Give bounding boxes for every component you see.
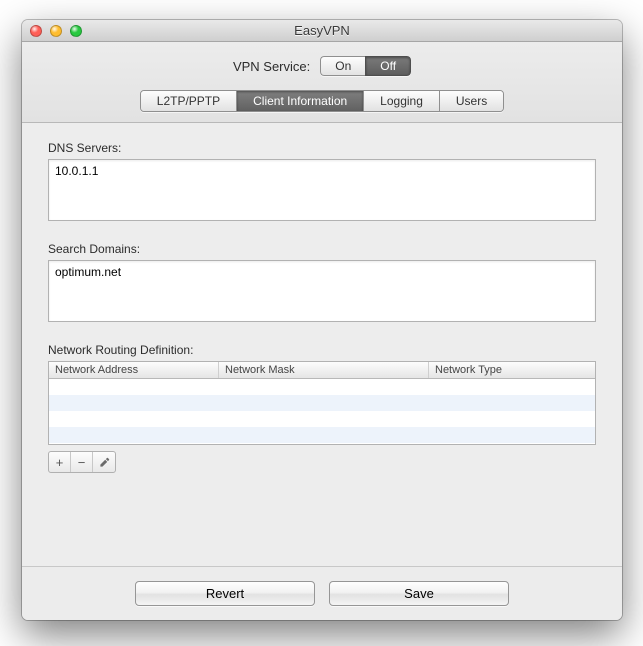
vpn-off-button[interactable]: Off bbox=[365, 56, 411, 76]
table-row[interactable] bbox=[49, 411, 595, 427]
titlebar: EasyVPN bbox=[22, 20, 622, 42]
save-button[interactable]: Save bbox=[329, 581, 509, 606]
table-body bbox=[49, 379, 595, 443]
tab-client-information[interactable]: Client Information bbox=[237, 91, 364, 111]
plus-icon: + bbox=[56, 455, 64, 470]
tab-users[interactable]: Users bbox=[440, 91, 503, 111]
vpn-on-button[interactable]: On bbox=[320, 56, 365, 76]
tab-logging[interactable]: Logging bbox=[364, 91, 440, 111]
edit-button[interactable] bbox=[93, 452, 115, 472]
footer: Revert Save bbox=[22, 566, 622, 620]
table-header: Network Address Network Mask Network Typ… bbox=[49, 362, 595, 379]
remove-button[interactable]: − bbox=[71, 452, 93, 472]
revert-button[interactable]: Revert bbox=[135, 581, 315, 606]
column-network-type[interactable]: Network Type bbox=[429, 362, 595, 378]
network-routing-label: Network Routing Definition: bbox=[48, 343, 596, 357]
main-tabs: L2TP/PPTP Client Information Logging Use… bbox=[140, 90, 504, 112]
table-row[interactable] bbox=[49, 395, 595, 411]
content-area: DNS Servers: Search Domains: Network Rou… bbox=[22, 123, 622, 566]
column-network-address[interactable]: Network Address bbox=[49, 362, 219, 378]
add-button[interactable]: + bbox=[49, 452, 71, 472]
table-row[interactable] bbox=[49, 379, 595, 395]
dns-servers-label: DNS Servers: bbox=[48, 141, 596, 155]
header-area: VPN Service: On Off L2TP/PPTP Client Inf… bbox=[22, 42, 622, 123]
vpn-service-row: VPN Service: On Off bbox=[233, 56, 411, 76]
vpn-service-toggle: On Off bbox=[320, 56, 411, 76]
column-network-mask[interactable]: Network Mask bbox=[219, 362, 429, 378]
window-title: EasyVPN bbox=[22, 23, 622, 38]
search-domains-input[interactable] bbox=[48, 260, 596, 322]
search-domains-label: Search Domains: bbox=[48, 242, 596, 256]
routing-toolbar: + − bbox=[48, 451, 116, 473]
tab-l2tp-pptp[interactable]: L2TP/PPTP bbox=[141, 91, 237, 111]
network-routing-table[interactable]: Network Address Network Mask Network Typ… bbox=[48, 361, 596, 445]
table-row[interactable] bbox=[49, 427, 595, 443]
easyvpn-window: EasyVPN VPN Service: On Off L2TP/PPTP Cl… bbox=[22, 20, 622, 620]
dns-servers-input[interactable] bbox=[48, 159, 596, 221]
vpn-service-label: VPN Service: bbox=[233, 59, 310, 74]
pencil-icon bbox=[99, 457, 110, 468]
minus-icon: − bbox=[78, 455, 86, 470]
